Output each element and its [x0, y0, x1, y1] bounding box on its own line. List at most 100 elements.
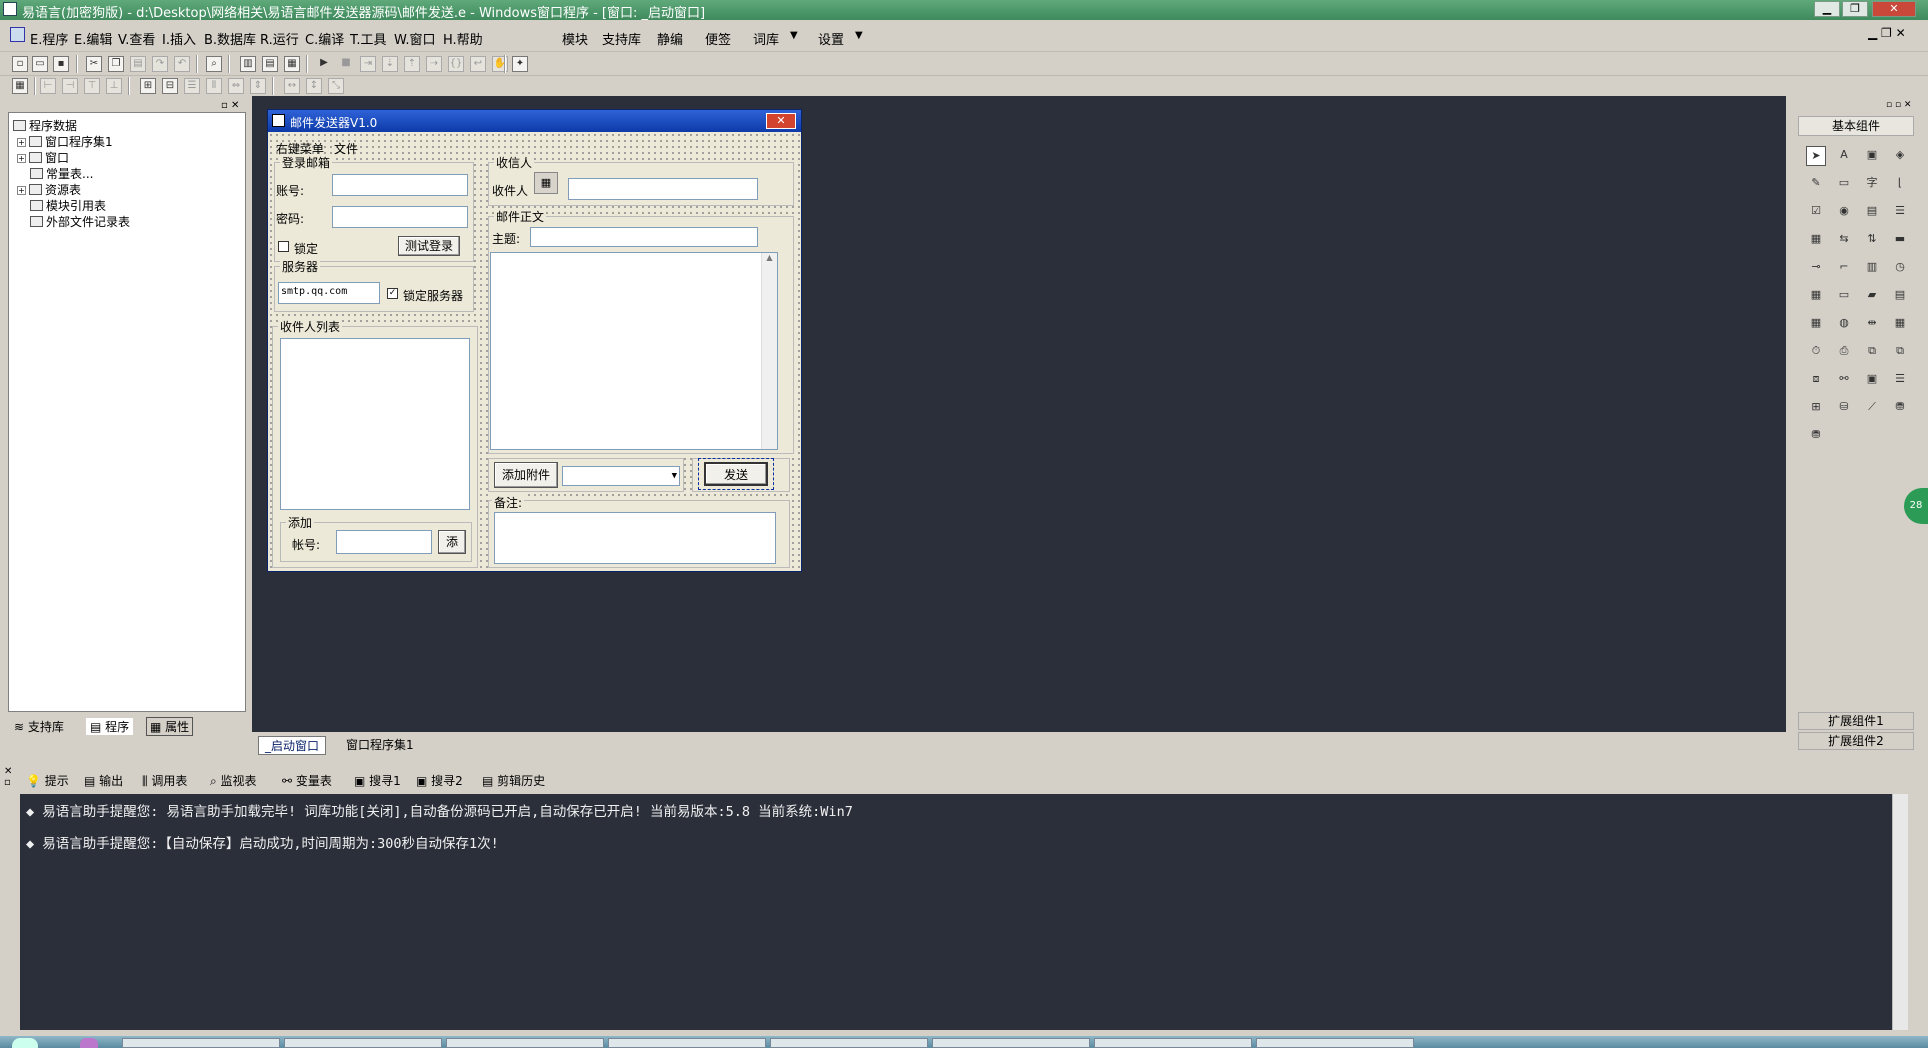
same-width-icon[interactable]: ⇔ — [228, 78, 244, 94]
layout1-icon[interactable]: ▥ — [240, 56, 256, 72]
paste-icon[interactable]: ▤ — [130, 56, 146, 72]
tab-variables[interactable]: ⚯ 变量表 — [282, 770, 332, 792]
radio-icon[interactable]: ◉ — [1834, 202, 1854, 222]
listbox-icon[interactable]: ☰ — [1890, 202, 1910, 222]
menu-comp-icon[interactable]: ☰ — [1890, 370, 1910, 390]
tab-clip-history[interactable]: ▤ 剪辑历史 — [482, 770, 545, 792]
layout3-icon[interactable]: ▦ — [284, 56, 300, 72]
output-scrollbar[interactable] — [1892, 794, 1908, 1030]
tab-search1[interactable]: ▣ 搜寻1 — [354, 770, 401, 792]
align-bottom-icon[interactable]: ⊥ — [106, 78, 122, 94]
step-into-icon[interactable]: ⇣ — [382, 56, 398, 72]
link-icon[interactable]: ⚯ — [1834, 370, 1854, 390]
cut-icon[interactable]: ✂ — [86, 56, 102, 72]
taskbar-button[interactable] — [446, 1038, 604, 1048]
password-input[interactable] — [332, 206, 468, 228]
tree-item-external-files[interactable]: 外部文件记录表 — [30, 213, 130, 230]
size-width-icon[interactable]: ↔ — [284, 78, 300, 94]
tab-program[interactable]: ▤ 程序 — [86, 718, 134, 735]
address-book-icon[interactable]: ▦ — [534, 172, 558, 194]
output-console[interactable]: ◆ 易语言助手提醒您: 易语言助手加载完毕! 词库功能[关闭],自动备份源码已开… — [20, 794, 1908, 1030]
run-to-icon[interactable]: ⇢ — [426, 56, 442, 72]
pointer-icon[interactable]: ➤ — [1806, 146, 1826, 166]
center-v-icon[interactable]: ⊟ — [162, 78, 178, 94]
grid-icon[interactable]: ▦ — [12, 78, 28, 94]
menu-notes[interactable]: 便签 — [705, 29, 731, 48]
line-icon[interactable]: ⌊ — [1890, 174, 1910, 194]
menu-run[interactable]: R.运行 — [260, 29, 299, 48]
slider-icon[interactable]: ⊸ — [1806, 258, 1826, 278]
space-h-icon[interactable]: ⫴ — [206, 78, 222, 94]
open-file-icon[interactable]: ▭ — [32, 56, 48, 72]
size-height-icon[interactable]: ↕ — [306, 78, 322, 94]
menu-database[interactable]: B.数据库 — [204, 29, 256, 48]
add-account-input[interactable] — [336, 530, 432, 554]
menu-static-compile[interactable]: 静编 — [657, 29, 683, 48]
output-panel-controls[interactable]: ✕ ▫ — [4, 766, 12, 788]
tab-start-window[interactable]: _启动窗口 — [258, 736, 327, 755]
run-icon[interactable]: ▶ — [316, 56, 332, 72]
server-input[interactable]: smtp.qq.com — [278, 282, 380, 304]
font-icon[interactable]: 字 — [1862, 174, 1882, 194]
panel-icon[interactable]: ▥ — [1862, 258, 1882, 278]
menu-support-lib[interactable]: 支持库 — [602, 29, 641, 48]
combobox-icon[interactable]: ▤ — [1862, 202, 1882, 222]
tab-call-stack[interactable]: ⫼ 调用表 — [142, 770, 187, 792]
folder-comp-icon[interactable]: ▰ — [1862, 286, 1882, 306]
globe-icon[interactable]: ◍ — [1834, 314, 1854, 334]
body-textarea[interactable]: ▲ — [490, 252, 778, 450]
test-login-button[interactable]: 测试登录 — [398, 236, 460, 256]
taskbar-button[interactable] — [122, 1038, 280, 1048]
timer-icon[interactable]: ⏱ — [1806, 342, 1826, 362]
attachment-select[interactable]: ▼ — [562, 466, 680, 486]
taskbar-button[interactable] — [932, 1038, 1090, 1048]
mdi-window-controls[interactable]: ▁ ❐ ✕ — [1868, 26, 1906, 40]
start-orb-icon[interactable] — [12, 1038, 38, 1048]
panel-pin-icon[interactable]: ▫ ✕ — [221, 100, 239, 111]
space-v-icon[interactable]: ☰ — [184, 78, 200, 94]
panel-controls-icon[interactable]: ▫ ▫ ✕ — [1886, 100, 1911, 110]
size-both-icon[interactable]: ⤡ — [328, 78, 344, 94]
align-right-icon[interactable]: ⊣ — [62, 78, 78, 94]
ext-components-2[interactable]: 扩展组件2 — [1798, 732, 1914, 750]
lexicon-dropdown-icon[interactable]: ▼ — [790, 30, 798, 41]
shape-icon[interactable]: ◈ — [1890, 146, 1910, 166]
listview-icon[interactable]: ▦ — [1806, 230, 1826, 250]
tree-item-constants[interactable]: 常量表... — [30, 165, 93, 182]
receiver-input[interactable] — [568, 178, 758, 200]
dropdown-arrow-icon[interactable]: ▼ — [672, 467, 677, 485]
layout2-icon[interactable]: ▤ — [262, 56, 278, 72]
tree-root[interactable]: 程序数据 — [13, 117, 77, 134]
menu-lexicon[interactable]: 词库 — [753, 29, 779, 48]
database-icon[interactable]: ⛁ — [1834, 398, 1854, 418]
align-left-icon[interactable]: ⊢ — [40, 78, 56, 94]
taskbar-button[interactable] — [1256, 1038, 1414, 1048]
menu-insert[interactable]: I.插入 — [162, 29, 196, 48]
step-out-icon[interactable]: ⇡ — [404, 56, 420, 72]
tab-hint[interactable]: 💡 提示 — [26, 770, 69, 792]
chart-comp-icon[interactable]: ⟋ — [1862, 398, 1882, 418]
step-icon[interactable]: ⇥ — [360, 56, 376, 72]
printer-icon[interactable]: ⎙ — [1834, 342, 1854, 362]
menu-view[interactable]: V.查看 — [118, 29, 155, 48]
tab-search2[interactable]: ▣ 搜寻2 — [416, 770, 463, 792]
align-top-icon[interactable]: ⊤ — [84, 78, 100, 94]
taskbar-button[interactable] — [770, 1038, 928, 1048]
progress-icon[interactable]: ▬ — [1890, 230, 1910, 250]
network-icon[interactable]: ⧉ — [1862, 342, 1882, 362]
vscroll-icon[interactable]: ⇅ — [1862, 230, 1882, 250]
doc-icon[interactable]: ▤ — [1890, 286, 1910, 306]
tab-output[interactable]: ▤ 输出 — [84, 770, 123, 792]
checkbox-icon[interactable]: ☑ — [1806, 202, 1826, 222]
taskbar-button[interactable] — [1094, 1038, 1252, 1048]
taskbar-app-icon[interactable] — [80, 1038, 98, 1048]
lock-server-checkbox[interactable]: ✓ — [387, 288, 398, 299]
image-icon[interactable]: ▣ — [1862, 146, 1882, 166]
note-textarea[interactable] — [494, 512, 776, 564]
save-icon[interactable]: ▪ — [53, 56, 69, 72]
split-icon[interactable]: ⇹ — [1862, 314, 1882, 334]
expand-icon[interactable]: + — [17, 154, 26, 163]
form-close-button[interactable]: ✕ — [766, 113, 796, 129]
tab-watch[interactable]: ⌕ 监视表 — [210, 770, 257, 792]
recipients-list[interactable] — [280, 338, 470, 510]
